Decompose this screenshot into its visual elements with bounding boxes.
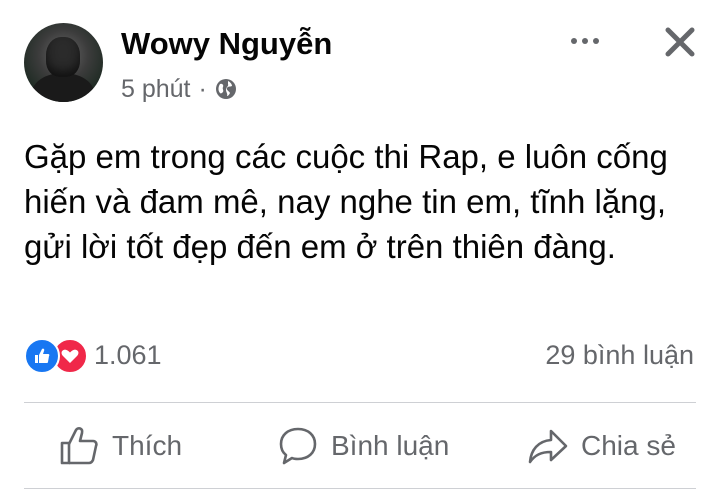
share-icon <box>528 429 568 464</box>
thumbs-up-icon <box>60 427 98 465</box>
reactions-summary[interactable]: 1.061 <box>24 338 162 374</box>
post-time[interactable]: 5 phút <box>121 72 191 106</box>
avatar[interactable] <box>24 23 103 102</box>
divider <box>24 488 696 489</box>
close-icon <box>665 27 695 57</box>
divider <box>24 402 696 403</box>
globe-icon <box>215 78 237 100</box>
like-reaction-icon <box>24 338 60 374</box>
share-button[interactable]: Chia sẻ <box>527 424 676 468</box>
reaction-icons <box>24 338 90 374</box>
reaction-count: 1.061 <box>94 340 162 370</box>
post-meta: 5 phút · <box>121 72 237 106</box>
like-button[interactable]: Thích <box>58 424 182 468</box>
comment-button[interactable]: Bình luận <box>277 424 449 468</box>
more-dot <box>571 38 577 44</box>
close-button[interactable] <box>660 22 700 62</box>
share-label: Chia sẻ <box>581 430 676 461</box>
meta-separator: · <box>198 75 207 103</box>
like-label: Thích <box>112 430 183 461</box>
comment-count[interactable]: 29 bình luận <box>545 338 694 372</box>
comment-label: Bình luận <box>331 430 450 461</box>
more-dot <box>582 38 588 44</box>
more-options-button[interactable] <box>560 26 610 56</box>
avatar-head <box>46 37 80 77</box>
author-name[interactable]: Wowy Nguyễn <box>121 24 332 64</box>
comment-icon <box>279 427 317 465</box>
avatar-shoulders <box>32 73 94 102</box>
more-dot <box>593 38 599 44</box>
post-text: Gặp em trong các cuộc thi Rap, e luôn cố… <box>24 138 668 265</box>
